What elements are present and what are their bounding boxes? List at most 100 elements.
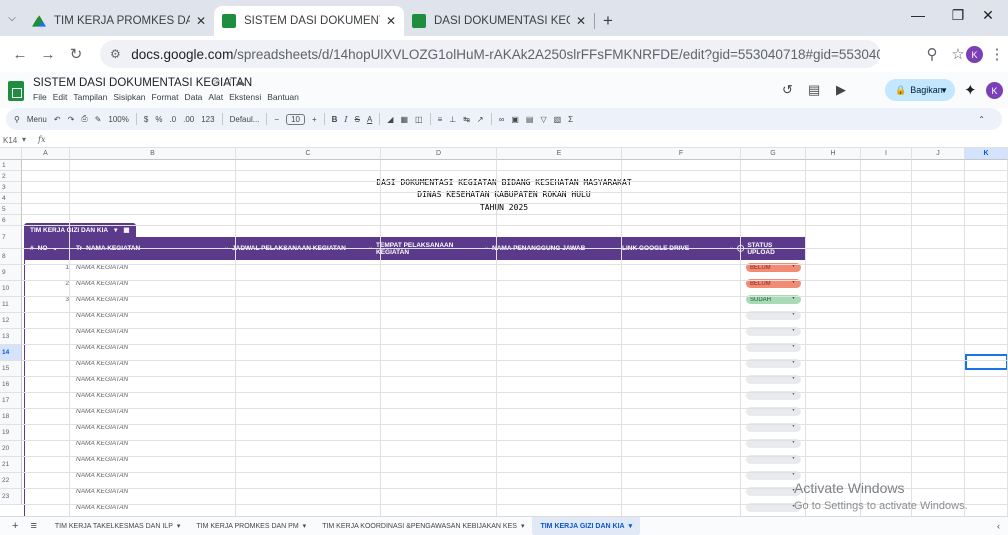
- row-header[interactable]: 16: [0, 377, 22, 393]
- insert-link-icon[interactable]: ∞: [499, 115, 505, 124]
- activity-name[interactable]: NAMA KEGIATAN: [76, 280, 128, 287]
- vertical-align-icon[interactable]: ⊥: [449, 115, 456, 124]
- activity-name[interactable]: NAMA KEGIATAN: [76, 488, 128, 495]
- borders-icon[interactable]: ▦: [400, 115, 408, 124]
- percent-button[interactable]: %: [155, 115, 162, 124]
- row-header[interactable]: 23: [0, 489, 22, 505]
- avatar[interactable]: K: [966, 46, 983, 63]
- row-header[interactable]: 11: [0, 297, 22, 313]
- activity-name[interactable]: NAMA KEGIATAN: [76, 376, 128, 383]
- minimize-button[interactable]: —: [898, 0, 938, 30]
- table-row[interactable]: NAMA KEGIATAN ▼: [25, 372, 805, 388]
- text-rotation-icon[interactable]: ↗: [477, 115, 484, 124]
- table-row[interactable]: NAMA KEGIATAN ▼: [25, 388, 805, 404]
- add-sheet-icon[interactable]: +: [12, 520, 18, 532]
- search-icon[interactable]: ⚲: [14, 115, 20, 124]
- strikethrough-icon[interactable]: S: [355, 115, 360, 124]
- activity-name[interactable]: NAMA KEGIATAN: [76, 392, 128, 399]
- row-header[interactable]: 9: [0, 265, 22, 281]
- merge-cells-icon[interactable]: ◫: [415, 115, 423, 124]
- menu-search-label[interactable]: Menu: [27, 115, 47, 124]
- row-header[interactable]: 6: [0, 215, 22, 226]
- text-wrap-icon[interactable]: ↹: [463, 115, 470, 124]
- close-tab-icon[interactable]: ✕: [386, 14, 396, 28]
- sheet-tab-koordinasi[interactable]: TIM KERJA KOORDINASI &PENGAWASAN KEBIJAK…: [314, 517, 532, 535]
- column-header[interactable]: D: [381, 148, 497, 160]
- table-row[interactable]: 3 NAMA KEGIATAN SUDAH ▼: [25, 292, 805, 308]
- menu-view[interactable]: Tampilan: [73, 92, 107, 102]
- undo-icon[interactable]: ↶: [54, 115, 61, 124]
- table-row[interactable]: NAMA KEGIATAN ▼: [25, 452, 805, 468]
- menu-data[interactable]: Data: [184, 92, 202, 102]
- activity-name[interactable]: NAMA KEGIATAN: [76, 344, 128, 351]
- row-header[interactable]: 5: [0, 204, 22, 215]
- browser-tab-3[interactable]: DASI DOKUMENTASI KEGIATAN ✕: [404, 6, 594, 36]
- row-header[interactable]: 2: [0, 171, 22, 182]
- activity-name[interactable]: NAMA KEGIATAN: [76, 504, 128, 511]
- table-row[interactable]: NAMA KEGIATAN ▼: [25, 500, 805, 516]
- history-icon[interactable]: ↺: [782, 82, 793, 98]
- scroll-left-icon[interactable]: ‹: [997, 521, 1000, 531]
- column-header[interactable]: J: [912, 148, 965, 160]
- row-header[interactable]: 15: [0, 361, 22, 377]
- share-button[interactable]: 🔒 Bagikan ▼: [885, 79, 955, 101]
- collapse-toolbar-icon[interactable]: ⌃: [978, 115, 985, 124]
- close-tab-icon[interactable]: ✕: [576, 14, 586, 28]
- row-header[interactable]: 14: [0, 345, 22, 361]
- font-size-decrease-button[interactable]: −: [274, 115, 279, 124]
- browser-menu-icon[interactable]: ⋮: [988, 40, 1006, 68]
- table-row[interactable]: NAMA KEGIATAN ▼: [25, 340, 805, 356]
- activity-name[interactable]: NAMA KEGIATAN: [76, 328, 128, 335]
- activity-name[interactable]: NAMA KEGIATAN: [76, 360, 128, 367]
- chevron-down-icon[interactable]: ▾: [114, 226, 117, 234]
- close-window-button[interactable]: ✕: [968, 0, 1008, 30]
- table-row[interactable]: NAMA KEGIATAN ▼: [25, 308, 805, 324]
- activity-name[interactable]: NAMA KEGIATAN: [76, 456, 128, 463]
- google-sheets-logo-icon[interactable]: [8, 81, 24, 101]
- move-folder-icon[interactable]: □: [225, 77, 235, 88]
- comments-icon[interactable]: ▤: [808, 82, 820, 98]
- activity-name[interactable]: NAMA KEGIATAN: [76, 264, 128, 271]
- row-header[interactable]: 3: [0, 182, 22, 193]
- menu-help[interactable]: Bantuan: [267, 92, 299, 102]
- column-header[interactable]: K: [965, 148, 1008, 160]
- row-header[interactable]: 4: [0, 193, 22, 204]
- name-box[interactable]: K14: [3, 136, 17, 145]
- menu-format[interactable]: Format: [152, 92, 179, 102]
- table-row[interactable]: NAMA KEGIATAN ▼: [25, 468, 805, 484]
- menu-file[interactable]: File: [33, 92, 47, 102]
- print-icon[interactable]: ⎙: [81, 114, 87, 124]
- increase-decimal-button[interactable]: .00: [183, 115, 194, 124]
- italic-icon[interactable]: I: [344, 115, 347, 124]
- filter-views-icon[interactable]: ▧: [554, 115, 562, 124]
- fill-color-icon[interactable]: ◢: [387, 115, 393, 124]
- menu-tools[interactable]: Alat: [208, 92, 223, 102]
- insert-chart-icon[interactable]: ▤: [526, 115, 534, 124]
- column-header[interactable]: I: [861, 148, 912, 160]
- chevron-down-icon[interactable]: ▾: [177, 522, 181, 530]
- activity-name[interactable]: NAMA KEGIATAN: [76, 440, 128, 447]
- column-header[interactable]: F: [622, 148, 741, 160]
- column-header[interactable]: H: [806, 148, 861, 160]
- chevron-down-icon[interactable]: ▾: [521, 522, 525, 530]
- row-header[interactable]: 10: [0, 281, 22, 297]
- row-header[interactable]: 18: [0, 409, 22, 425]
- table-row[interactable]: 2 NAMA KEGIATAN BELUM ▼: [25, 276, 805, 292]
- gemini-icon[interactable]: ✦: [964, 81, 977, 99]
- chevron-down-icon[interactable]: ▼: [940, 86, 948, 95]
- redo-icon[interactable]: ↷: [68, 115, 75, 124]
- column-header[interactable]: C: [236, 148, 381, 160]
- column-header[interactable]: E: [497, 148, 622, 160]
- sheet-tab-takelkesmas[interactable]: TIM KERJA TAKELKESMAS DAN ILP ▾: [47, 517, 189, 535]
- text-color-icon[interactable]: A: [367, 115, 372, 124]
- zoom-select[interactable]: 100%: [108, 115, 128, 124]
- row-header[interactable]: 13: [0, 329, 22, 345]
- row-header[interactable]: 1: [0, 160, 22, 171]
- font-select[interactable]: Defaul...: [230, 115, 260, 124]
- column-header[interactable]: A: [22, 148, 70, 160]
- site-info-icon[interactable]: ⚙: [110, 47, 131, 61]
- back-button[interactable]: ←: [6, 40, 34, 68]
- paint-format-icon[interactable]: ✎: [95, 115, 102, 124]
- chevron-down-icon[interactable]: ▾: [629, 522, 633, 530]
- close-tab-icon[interactable]: ✕: [196, 14, 206, 28]
